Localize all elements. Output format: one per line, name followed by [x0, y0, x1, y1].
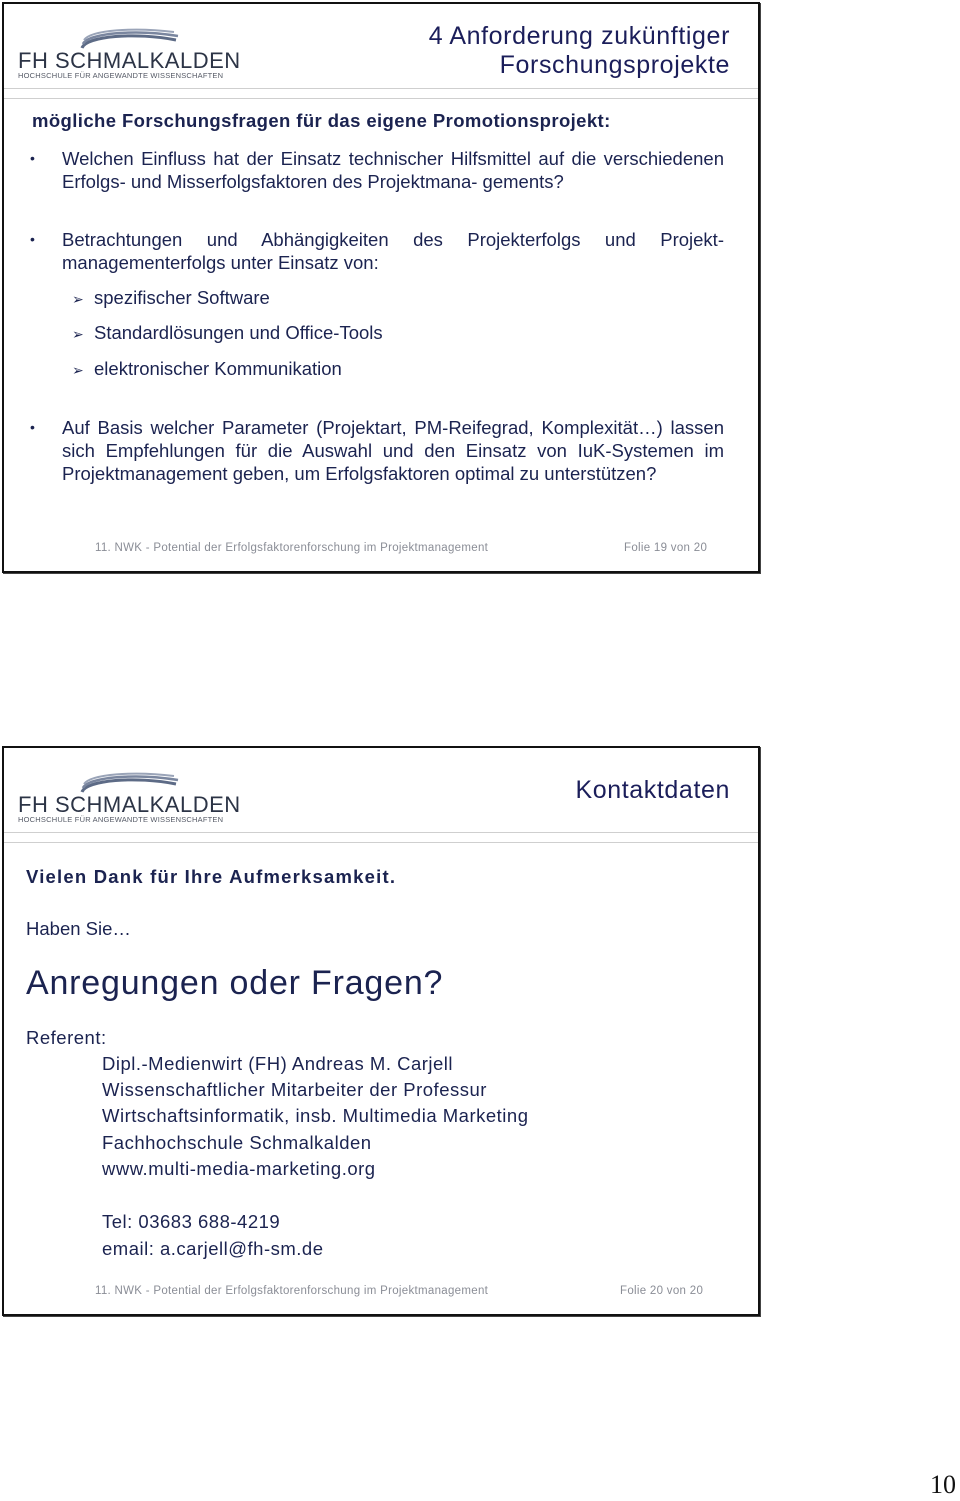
referent-email-link[interactable]: email: a.carjell@fh-sm.de: [102, 1238, 323, 1260]
fh-schmalkalden-logo: FH SCHMALKALDEN HOCHSCHULE FÜR ANGEWANDT…: [16, 28, 240, 82]
referent-label: Referent:: [26, 1027, 107, 1048]
referent-department: Wirtschaftsinformatik, insb. Multimedia …: [102, 1105, 529, 1126]
bullet-item: • Welchen Einfluss hat der Einsatz techn…: [30, 147, 724, 193]
footer-slide-number: Folie 19 von 20: [624, 542, 708, 554]
slide-title-line2: Forschungsprojekte: [499, 51, 730, 79]
referent-phone: Tel: 03683 688-4219: [102, 1211, 281, 1232]
bullet-text: Welchen Einfluss hat der Einsatz technis…: [62, 148, 724, 192]
sub-item: ➢ spezifischer Software: [72, 286, 270, 311]
thanks-text: Vielen Dank für Ihre Aufmerksamkeit.: [26, 866, 397, 887]
sub-item: ➢ Standardlösungen und Office-Tools: [72, 321, 383, 346]
sub-item-text: Standardlösungen und Office-Tools: [94, 322, 383, 343]
arrow-bullet-icon: ➢: [72, 291, 84, 307]
bullet-icon: •: [30, 231, 35, 247]
referent-website-link[interactable]: www.multi-media-marketing.org: [102, 1158, 376, 1180]
bullet-icon: •: [30, 150, 35, 166]
arrow-bullet-icon: ➢: [72, 362, 84, 378]
arrow-bullet-icon: ➢: [72, 326, 84, 342]
sub-item-text: spezifischer Software: [94, 287, 270, 308]
logo-subtitle: HOCHSCHULE FÜR ANGEWANDTE WISSENSCHAFTEN: [18, 815, 224, 824]
fh-schmalkalden-logo: FH SCHMALKALDEN HOCHSCHULE FÜR ANGEWANDT…: [16, 772, 240, 826]
logo-name: FH SCHMALKALDEN: [18, 792, 241, 817]
sub-item: ➢ elektronischer Kommunikation: [72, 357, 342, 382]
header-separator: [4, 88, 758, 89]
slide-19: FH SCHMALKALDEN HOCHSCHULE FÜR ANGEWANDT…: [2, 2, 760, 573]
slide-title-line1: 4 Anforderung zukünftiger: [428, 22, 730, 50]
haben-sie-text: Haben Sie…: [26, 918, 131, 939]
header-separator: [4, 832, 758, 833]
referent-institution: Fachhochschule Schmalkalden: [102, 1132, 372, 1153]
slide-20: FH SCHMALKALDEN HOCHSCHULE FÜR ANGEWANDT…: [2, 746, 760, 1316]
footer-slide-number: Folie 20 von 20: [620, 1285, 704, 1297]
footer-conference: 11. NWK - Potential der Erfolgsfaktorenf…: [95, 542, 489, 554]
bullet-text: Betrachtungen und Abhängigkeiten des Pro…: [62, 229, 724, 273]
slide-title: Kontaktdaten: [575, 776, 730, 804]
sub-item-text: elektronischer Kommunikation: [94, 358, 342, 379]
questions-heading: Anregungen oder Fragen?: [26, 964, 444, 1002]
logo-name: FH SCHMALKALDEN: [18, 48, 241, 73]
referent-position: Wissenschaftlicher Mitarbeiter der Profe…: [102, 1079, 487, 1100]
bullet-icon: •: [30, 419, 35, 435]
section-heading: mögliche Forschungsfragen für das eigene…: [32, 110, 611, 131]
header-separator: [4, 842, 758, 843]
header-separator: [4, 98, 758, 99]
slide-title: 4 Anforderung zukünftiger Forschungsproj…: [429, 22, 730, 80]
referent-name: Dipl.-Medienwirt (FH) Andreas M. Carjell: [102, 1053, 454, 1074]
bullet-item: • Auf Basis welcher Parameter (Projektar…: [30, 416, 724, 485]
footer-conference: 11. NWK - Potential der Erfolgsfaktorenf…: [95, 1285, 489, 1297]
logo-subtitle: HOCHSCHULE FÜR ANGEWANDTE WISSENSCHAFTEN: [18, 71, 224, 80]
bullet-text: Auf Basis welcher Parameter (Projektart,…: [62, 417, 724, 484]
page-number: 10: [930, 1470, 956, 1499]
bullet-item: • Betrachtungen und Abhängigkeiten des P…: [30, 228, 724, 274]
